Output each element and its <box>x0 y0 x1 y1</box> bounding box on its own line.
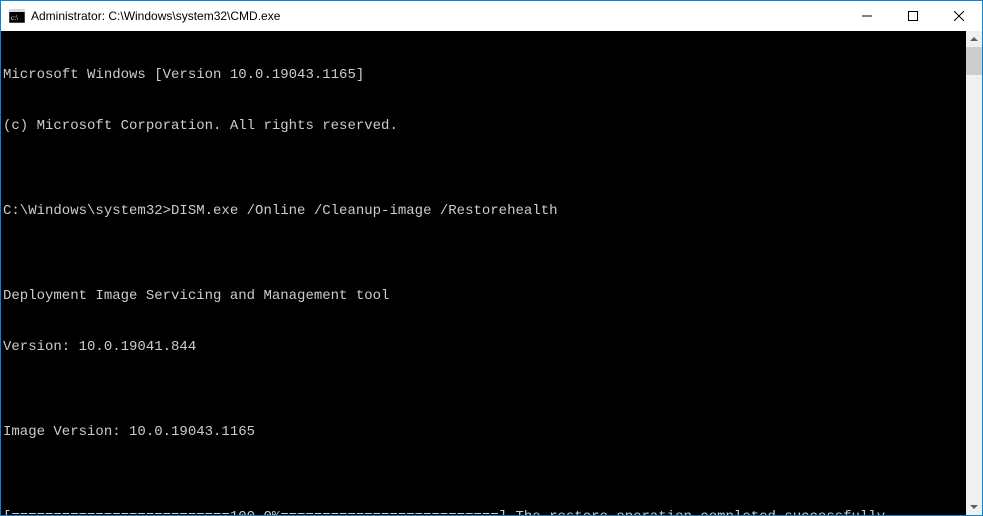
terminal-line: (c) Microsoft Corporation. All rights re… <box>3 118 966 135</box>
terminal-line: C:\Windows\system32>DISM.exe /Online /Cl… <box>3 203 966 220</box>
content-area: Microsoft Windows [Version 10.0.19043.11… <box>1 31 982 515</box>
svg-text:c:\: c:\ <box>11 14 18 22</box>
scroll-down-button[interactable] <box>966 499 982 515</box>
terminal-line: Version: 10.0.19041.844 <box>3 339 966 356</box>
terminal-line: Deployment Image Servicing and Managemen… <box>3 288 966 305</box>
window-title: Administrator: C:\Windows\system32\CMD.e… <box>31 9 844 23</box>
titlebar[interactable]: c:\ Administrator: C:\Windows\system32\C… <box>1 1 982 31</box>
terminal-output[interactable]: Microsoft Windows [Version 10.0.19043.11… <box>1 31 966 515</box>
cmd-icon: c:\ <box>9 9 25 23</box>
cmd-window: c:\ Administrator: C:\Windows\system32\C… <box>0 0 983 516</box>
terminal-line: Microsoft Windows [Version 10.0.19043.11… <box>3 67 966 84</box>
terminal-line: [==========================100.0%=======… <box>3 509 966 515</box>
close-button[interactable] <box>936 1 982 31</box>
window-controls <box>844 1 982 31</box>
minimize-button[interactable] <box>844 1 890 31</box>
scrollbar-thumb[interactable] <box>966 47 982 75</box>
maximize-button[interactable] <box>890 1 936 31</box>
scroll-up-button[interactable] <box>966 31 982 47</box>
scrollbar-track[interactable] <box>966 75 982 499</box>
vertical-scrollbar[interactable] <box>966 31 982 515</box>
terminal-line: Image Version: 10.0.19043.1165 <box>3 424 966 441</box>
